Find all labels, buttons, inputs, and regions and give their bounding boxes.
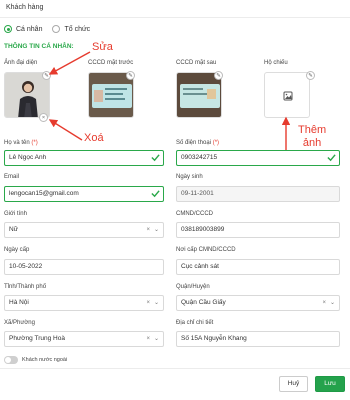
dob-input[interactable]: 09-11-2001 bbox=[176, 186, 340, 202]
email-label: Email bbox=[4, 174, 20, 180]
annotation-add-line-1: Thêm bbox=[298, 124, 327, 136]
valid-check-icon bbox=[327, 154, 336, 162]
issue-place-input[interactable]: Cục cảnh sát bbox=[176, 259, 340, 275]
issue-date-label: Ngày cấp bbox=[4, 247, 30, 253]
delete-portrait-button[interactable]: × bbox=[39, 113, 48, 122]
edit-id-back-button[interactable]: ✎ bbox=[214, 71, 223, 80]
clear-icon[interactable]: × bbox=[146, 332, 150, 346]
chevron-down-icon[interactable]: ⌄ bbox=[154, 332, 159, 346]
chevron-down-icon[interactable]: ⌄ bbox=[330, 296, 335, 310]
province-label: Tỉnh/Thành phố bbox=[4, 284, 47, 290]
district-label: Quận/Huyện bbox=[176, 284, 210, 290]
radio-individual[interactable] bbox=[4, 25, 12, 33]
cancel-button[interactable]: Huỷ bbox=[279, 376, 308, 392]
id-back-label: CCCD mặt sau bbox=[176, 60, 217, 66]
edit-portrait-button[interactable]: ✎ bbox=[42, 71, 51, 80]
id-back-photo bbox=[177, 73, 221, 117]
full-name-label: Họ và tên (*) bbox=[4, 140, 38, 146]
foreigner-toggle-label: Khách nước ngoài bbox=[22, 357, 68, 363]
radio-organization-label[interactable]: Tổ chức bbox=[64, 26, 90, 33]
radio-organization[interactable] bbox=[52, 25, 61, 33]
section-title: THÔNG TIN CÁ NHÂN: bbox=[4, 43, 74, 50]
modal-title: Khách hàng bbox=[6, 4, 44, 11]
edit-id-front-button[interactable]: ✎ bbox=[126, 71, 135, 80]
full-name-input[interactable]: Lê Ngọc Anh bbox=[4, 150, 164, 166]
dob-label: Ngày sinh bbox=[176, 174, 203, 180]
valid-check-icon bbox=[151, 154, 160, 162]
portrait-label: Ảnh đại diện bbox=[4, 60, 38, 66]
id-number-input[interactable]: 038189003899 bbox=[176, 222, 340, 238]
delete-arrow bbox=[48, 119, 83, 141]
gender-label: Giới tính bbox=[4, 211, 27, 217]
id-front-label: CCCD mặt trước bbox=[88, 60, 134, 66]
annotation-edit: Sửa bbox=[92, 41, 113, 53]
address-label: Địa chỉ chi tiết bbox=[176, 320, 214, 326]
image-placeholder-icon bbox=[283, 91, 293, 101]
modal-header: Khách hàng bbox=[0, 0, 350, 18]
footer-divider bbox=[0, 368, 350, 369]
passport-upload-box[interactable] bbox=[264, 72, 310, 118]
save-button[interactable]: Lưu bbox=[315, 376, 345, 392]
chevron-down-icon[interactable]: ⌄ bbox=[154, 223, 159, 237]
province-select[interactable]: Hà Nội × ⌄ bbox=[4, 295, 164, 311]
portrait-photo bbox=[5, 73, 49, 117]
address-input[interactable]: Số 15A Nguyễn Khang bbox=[176, 331, 340, 347]
id-front-photo bbox=[89, 73, 133, 117]
valid-check-icon bbox=[151, 190, 160, 198]
customer-type-radio-group: Cá nhân Tổ chức bbox=[4, 25, 100, 33]
clear-icon[interactable]: × bbox=[146, 296, 150, 310]
issue-place-label: Nơi cấp CMND/CCCD bbox=[176, 247, 236, 253]
edit-arrow bbox=[48, 51, 91, 75]
id-number-label: CMND/CCCD bbox=[176, 211, 213, 217]
ward-select[interactable]: Phường Trung Hoà × ⌄ bbox=[4, 331, 164, 347]
passport-label: Hộ chiếu bbox=[264, 60, 288, 66]
issue-date-input[interactable]: 10-05-2022 bbox=[4, 259, 164, 275]
chevron-down-icon[interactable]: ⌄ bbox=[154, 296, 159, 310]
district-select[interactable]: Quận Cầu Giấy × ⌄ bbox=[176, 295, 340, 311]
gender-select[interactable]: Nữ × ⌄ bbox=[4, 222, 164, 238]
annotation-add-line-2: ảnh bbox=[302, 137, 322, 149]
phone-input[interactable]: 0903242715 bbox=[176, 150, 340, 166]
radio-individual-label[interactable]: Cá nhân bbox=[16, 26, 42, 33]
ward-label: Xã/Phường bbox=[4, 320, 35, 326]
foreigner-toggle-row: Khách nước ngoài bbox=[4, 356, 67, 364]
annotation-delete: Xoá bbox=[84, 132, 104, 144]
email-input[interactable]: lengocan15@gmail.com bbox=[4, 186, 164, 202]
clear-icon[interactable]: × bbox=[146, 223, 150, 237]
annotation-add-image: Thêm ảnh bbox=[298, 124, 326, 150]
foreigner-toggle[interactable] bbox=[4, 356, 18, 364]
phone-label: Số điện thoại (*) bbox=[176, 140, 220, 146]
edit-passport-button[interactable]: ✎ bbox=[306, 71, 315, 80]
clear-icon[interactable]: × bbox=[322, 296, 326, 310]
